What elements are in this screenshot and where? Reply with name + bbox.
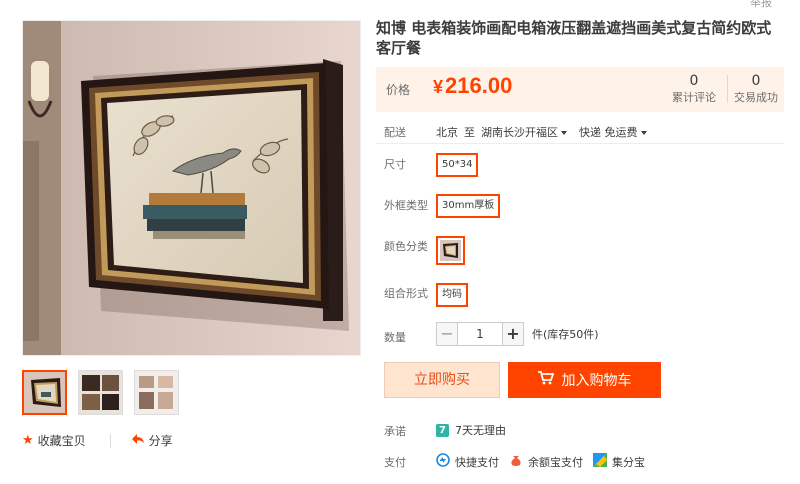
favorite-button[interactable]: ★ 收藏宝贝 (22, 432, 86, 449)
stock-text: 件(库存50件) (532, 328, 599, 341)
delivery-from: 北京 (436, 126, 458, 139)
delivery-label: 配送 (384, 126, 406, 139)
product-title: 知博 电表箱装饰画配电箱液压翻盖遮挡画美式复古简约欧式客厅餐 (376, 19, 772, 57)
delivery-info: 北京 至 湖南长沙开福区 快递 免运费 (436, 124, 647, 140)
share-label: 分享 (148, 434, 173, 448)
frame-type-option[interactable]: 30mm厚板 (436, 194, 501, 218)
share-button[interactable]: 分享 (131, 432, 173, 449)
combo-option[interactable]: 均码 (436, 283, 468, 307)
product-page: 举报 ★ 收藏宝贝 分享 知博 电表箱装饰画配电箱液压翻盖遮挡画美式复古简约欧式… (0, 0, 800, 484)
payment-yuebao[interactable]: 余额宝支付 (509, 453, 583, 470)
promise-label: 承诺 (384, 425, 406, 438)
deal-count: 0 交易成功 (728, 72, 784, 106)
color-label: 颜色分类 (384, 240, 428, 253)
cart-icon (537, 371, 554, 389)
deal-count-value: 0 (751, 73, 761, 89)
quickpay-icon (436, 453, 450, 470)
shipping-select[interactable]: 快递 免运费 (579, 124, 647, 140)
destination-select[interactable]: 湖南长沙开福区 (481, 124, 567, 140)
decrease-button[interactable]: − (436, 322, 458, 346)
currency-symbol: ¥ (433, 77, 444, 97)
increase-button[interactable]: + (502, 322, 524, 346)
gallery-actions: ★ 收藏宝贝 分享 (22, 432, 182, 449)
jifenbao-icon (593, 453, 607, 470)
quantity-input[interactable]: 1 (458, 322, 502, 346)
review-count[interactable]: 0 累计评论 (666, 72, 722, 106)
buy-now-button[interactable]: 立即购买 (384, 362, 500, 398)
payment-methods: 快捷支付 余额宝支付 集分宝 (436, 453, 655, 470)
color-option[interactable] (436, 236, 465, 265)
star-icon: ★ (22, 433, 34, 448)
size-option[interactable]: 50*34 (436, 153, 479, 177)
deal-count-label: 交易成功 (734, 91, 778, 104)
thumbnail-1[interactable] (22, 370, 67, 415)
thumbnail-3[interactable] (134, 370, 179, 415)
promise-text: 7天无理由 (455, 424, 506, 437)
payment-label: 支付 (384, 456, 406, 469)
price-value: ¥216.00 (433, 73, 512, 99)
payment-quickpay[interactable]: 快捷支付 (436, 453, 499, 470)
report-link[interactable]: 举报 (750, 0, 772, 10)
share-icon (131, 433, 145, 448)
review-count-value: 0 (689, 73, 699, 89)
chevron-down-icon (640, 131, 647, 135)
price-amount: 216.00 (445, 73, 513, 98)
price-box: 价格 ¥216.00 0 累计评论 0 交易成功 (376, 67, 784, 112)
chevron-down-icon (561, 131, 567, 135)
size-label: 尺寸 (384, 158, 406, 171)
yuebao-icon (509, 453, 523, 470)
review-count-label: 累计评论 (672, 91, 716, 104)
frame-type-label: 外框类型 (384, 199, 428, 212)
main-product-image[interactable] (22, 20, 361, 356)
thumbnail-2[interactable] (78, 370, 123, 415)
thumbnail-strip (22, 370, 179, 415)
quantity-stepper: − 1 + 件(库存50件) (436, 322, 599, 346)
delivery-to-word: 至 (464, 126, 475, 139)
combo-label: 组合形式 (384, 287, 428, 300)
divider (376, 143, 784, 144)
divider (109, 433, 111, 448)
seven-day-icon: 7 (436, 423, 449, 437)
add-to-cart-button[interactable]: 加入购物车 (508, 362, 661, 398)
quantity-label: 数量 (384, 331, 406, 344)
price-label: 价格 (386, 83, 411, 97)
promise-info[interactable]: 7 7天无理由 (436, 422, 506, 438)
add-to-cart-label: 加入购物车 (561, 373, 632, 389)
favorite-label: 收藏宝贝 (37, 434, 86, 448)
payment-jifenbao[interactable]: 集分宝 (593, 453, 645, 470)
